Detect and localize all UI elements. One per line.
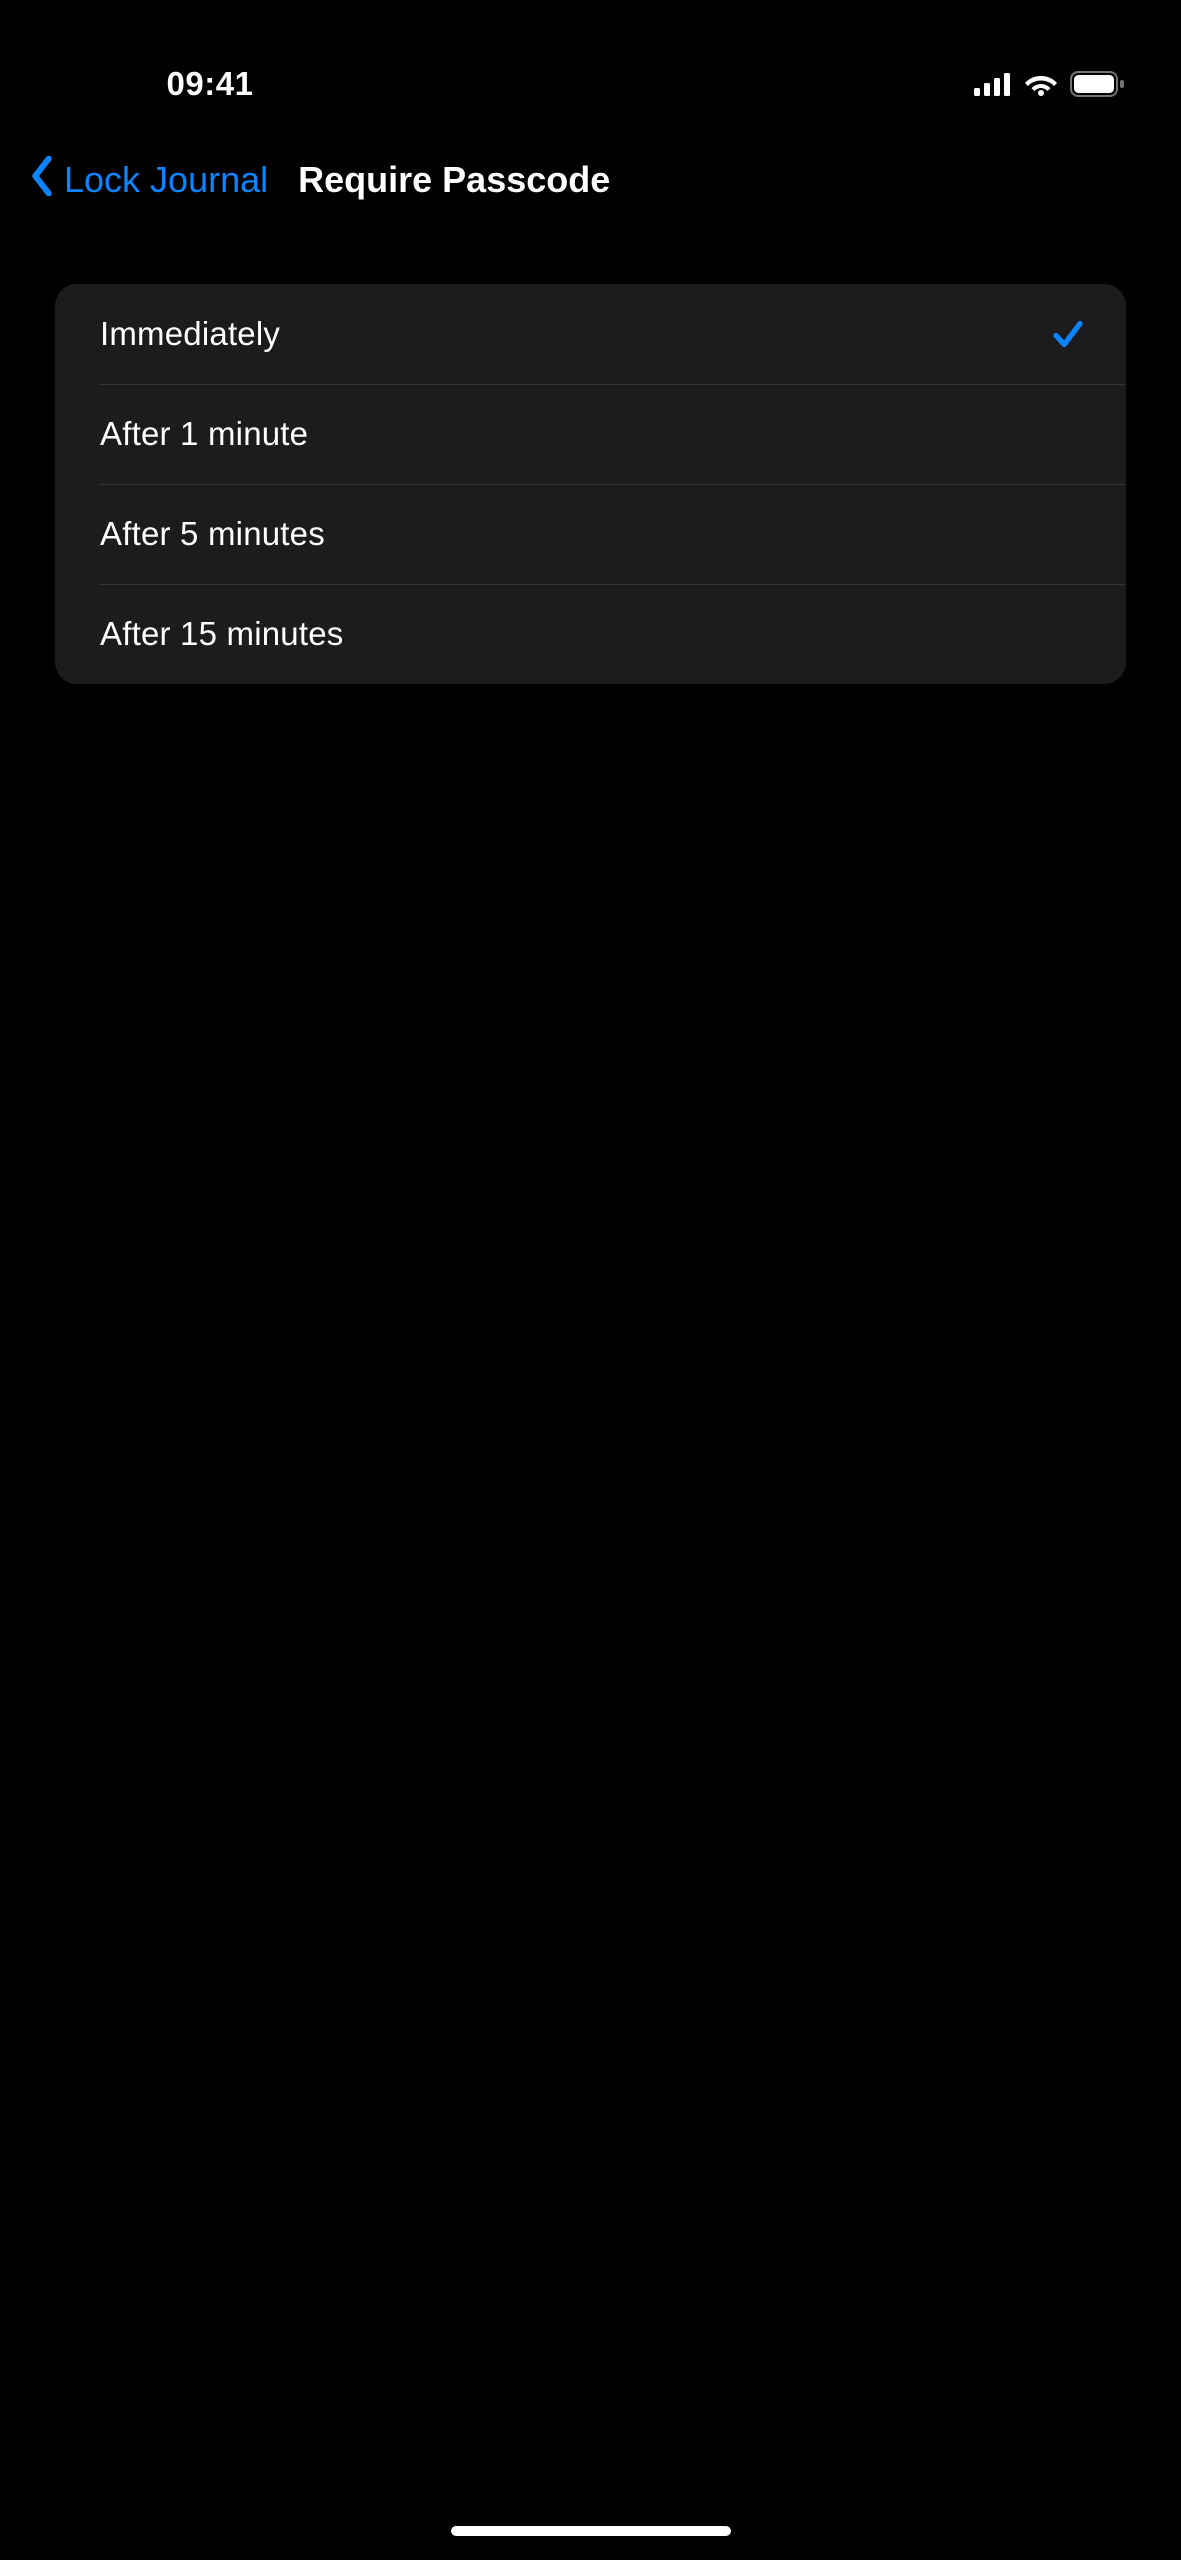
- status-bar: 09:41: [0, 0, 1181, 130]
- option-label: Immediately: [100, 315, 280, 353]
- nav-bar: Lock Journal Require Passcode: [0, 130, 1181, 230]
- checkmark-icon: [1050, 316, 1086, 352]
- page-title: Require Passcode: [298, 159, 610, 201]
- option-label: After 15 minutes: [100, 615, 343, 653]
- home-indicator[interactable]: [451, 2526, 731, 2536]
- back-label: Lock Journal: [64, 159, 268, 201]
- cellular-icon: [974, 72, 1012, 96]
- wifi-icon: [1024, 72, 1058, 96]
- chevron-left-icon: [28, 156, 56, 205]
- options-group: Immediately After 1 minute After 5 minut…: [55, 284, 1126, 684]
- option-immediately[interactable]: Immediately: [55, 284, 1126, 384]
- option-after-1-minute[interactable]: After 1 minute: [55, 384, 1126, 484]
- status-left: 09:41: [55, 65, 315, 103]
- option-after-5-minutes[interactable]: After 5 minutes: [55, 484, 1126, 584]
- battery-icon: [1070, 71, 1126, 97]
- option-label: After 1 minute: [100, 415, 308, 453]
- option-after-15-minutes[interactable]: After 15 minutes: [55, 584, 1126, 684]
- status-right: [866, 71, 1126, 97]
- option-label: After 5 minutes: [100, 515, 325, 553]
- back-button[interactable]: Lock Journal: [28, 156, 268, 205]
- status-time: 09:41: [55, 65, 315, 103]
